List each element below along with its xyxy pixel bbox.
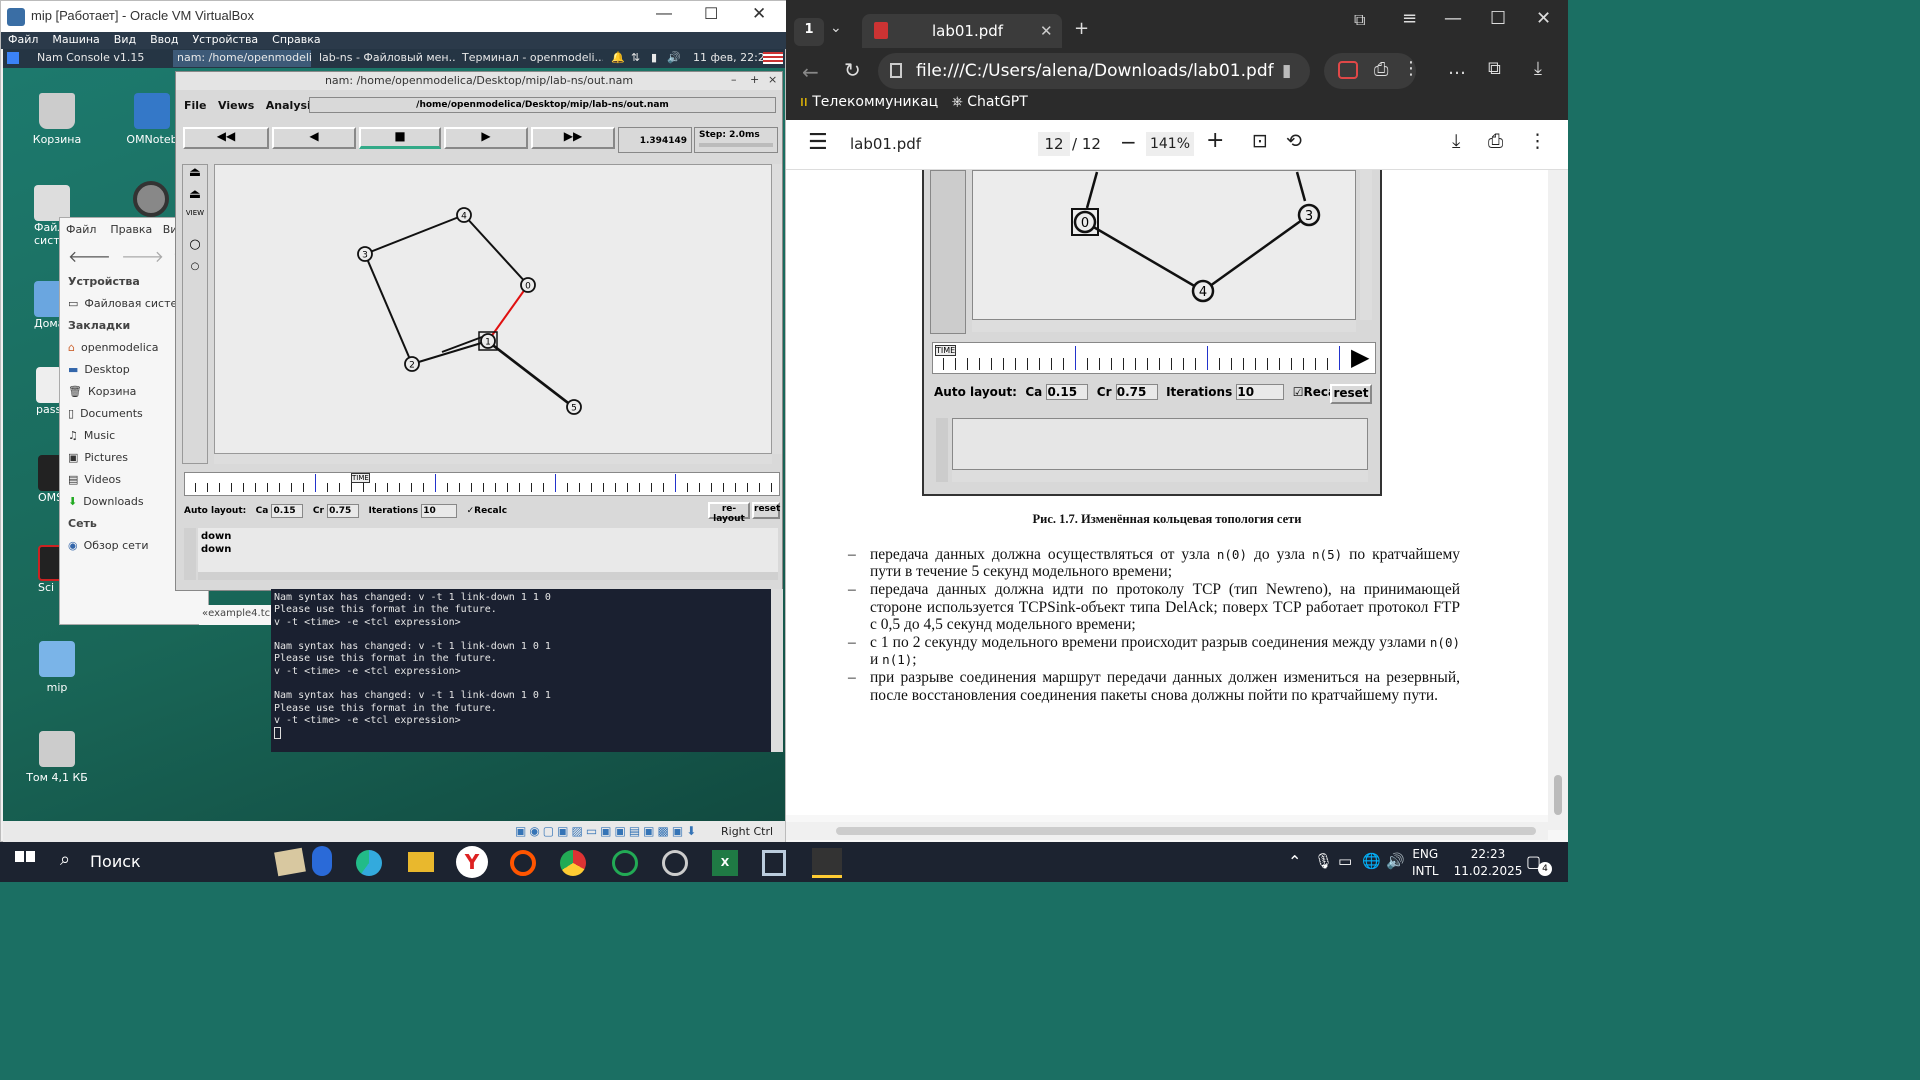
nam-node-label: 1: [485, 338, 491, 348]
network-graphs: 0 1 2 3 4 5 0 3 4: [357, 171, 1321, 415]
battery-icon[interactable]: ▭: [1338, 852, 1352, 870]
windows-start-icon[interactable]: [15, 851, 35, 871]
language-indicator[interactable]: ENG INTL: [1412, 846, 1439, 880]
explorer-icon[interactable]: [408, 852, 434, 872]
fig-link: [1085, 171, 1099, 209]
nam-node-label: 0: [525, 282, 531, 292]
nam-node-label: 4: [461, 212, 467, 222]
news-widget-icon[interactable]: [274, 847, 306, 877]
nam-packet-flow: [491, 344, 579, 412]
app-icon-active[interactable]: [812, 848, 842, 878]
notification-badge[interactable]: 4: [1538, 862, 1552, 876]
excel-icon[interactable]: X: [712, 850, 738, 876]
fig-node-label: 0: [1081, 216, 1089, 231]
fig-link: [1084, 220, 1204, 293]
nam-link: [411, 340, 489, 365]
nam-link: [364, 214, 465, 255]
nam-node-label: 5: [571, 404, 577, 414]
pinned-app-icon[interactable]: [312, 846, 332, 876]
clock-date: 11.02.2025: [1453, 864, 1523, 878]
chrome-icon[interactable]: [560, 850, 586, 876]
tray-chevron-icon[interactable]: ⌃: [1288, 852, 1301, 871]
fig-link: [1202, 213, 1310, 293]
fig-link: [1295, 171, 1307, 202]
virtualbox-taskbar-icon[interactable]: [762, 850, 786, 876]
nam-link: [364, 253, 413, 365]
fig-node-label: 3: [1305, 209, 1313, 224]
search-box[interactable]: ⌕ Поиск: [50, 842, 250, 882]
clock-time: 22:23: [1470, 847, 1506, 861]
edge-icon[interactable]: [356, 850, 382, 876]
search-placeholder: Поиск: [90, 852, 141, 871]
nam-node-label: 3: [362, 251, 368, 261]
fig-node-label: 4: [1199, 285, 1207, 300]
nam-node-label: 2: [409, 361, 415, 371]
nam-link: [463, 214, 529, 286]
system-clock[interactable]: 22:23 11.02.2025: [1452, 846, 1524, 880]
lang-line: ENG: [1412, 847, 1439, 861]
app-icon-gray[interactable]: [662, 850, 688, 876]
lang-line: INTL: [1412, 864, 1439, 878]
search-icon: ⌕: [60, 849, 71, 870]
globe-icon[interactable]: 🌐: [1362, 852, 1381, 870]
yandex-icon[interactable]: Y: [456, 846, 488, 878]
app-icon-orange[interactable]: [510, 850, 536, 876]
microphone-icon[interactable]: 🎙: [1314, 852, 1333, 870]
speaker-icon[interactable]: 🔊: [1386, 852, 1405, 870]
app-icon-green[interactable]: [612, 850, 638, 876]
windows-taskbar: ⌕ Поиск Y X ⌃ 🎙 ▭ 🌐 🔊 ENG INTL 22:23 11.02.…: [0, 842, 1568, 882]
